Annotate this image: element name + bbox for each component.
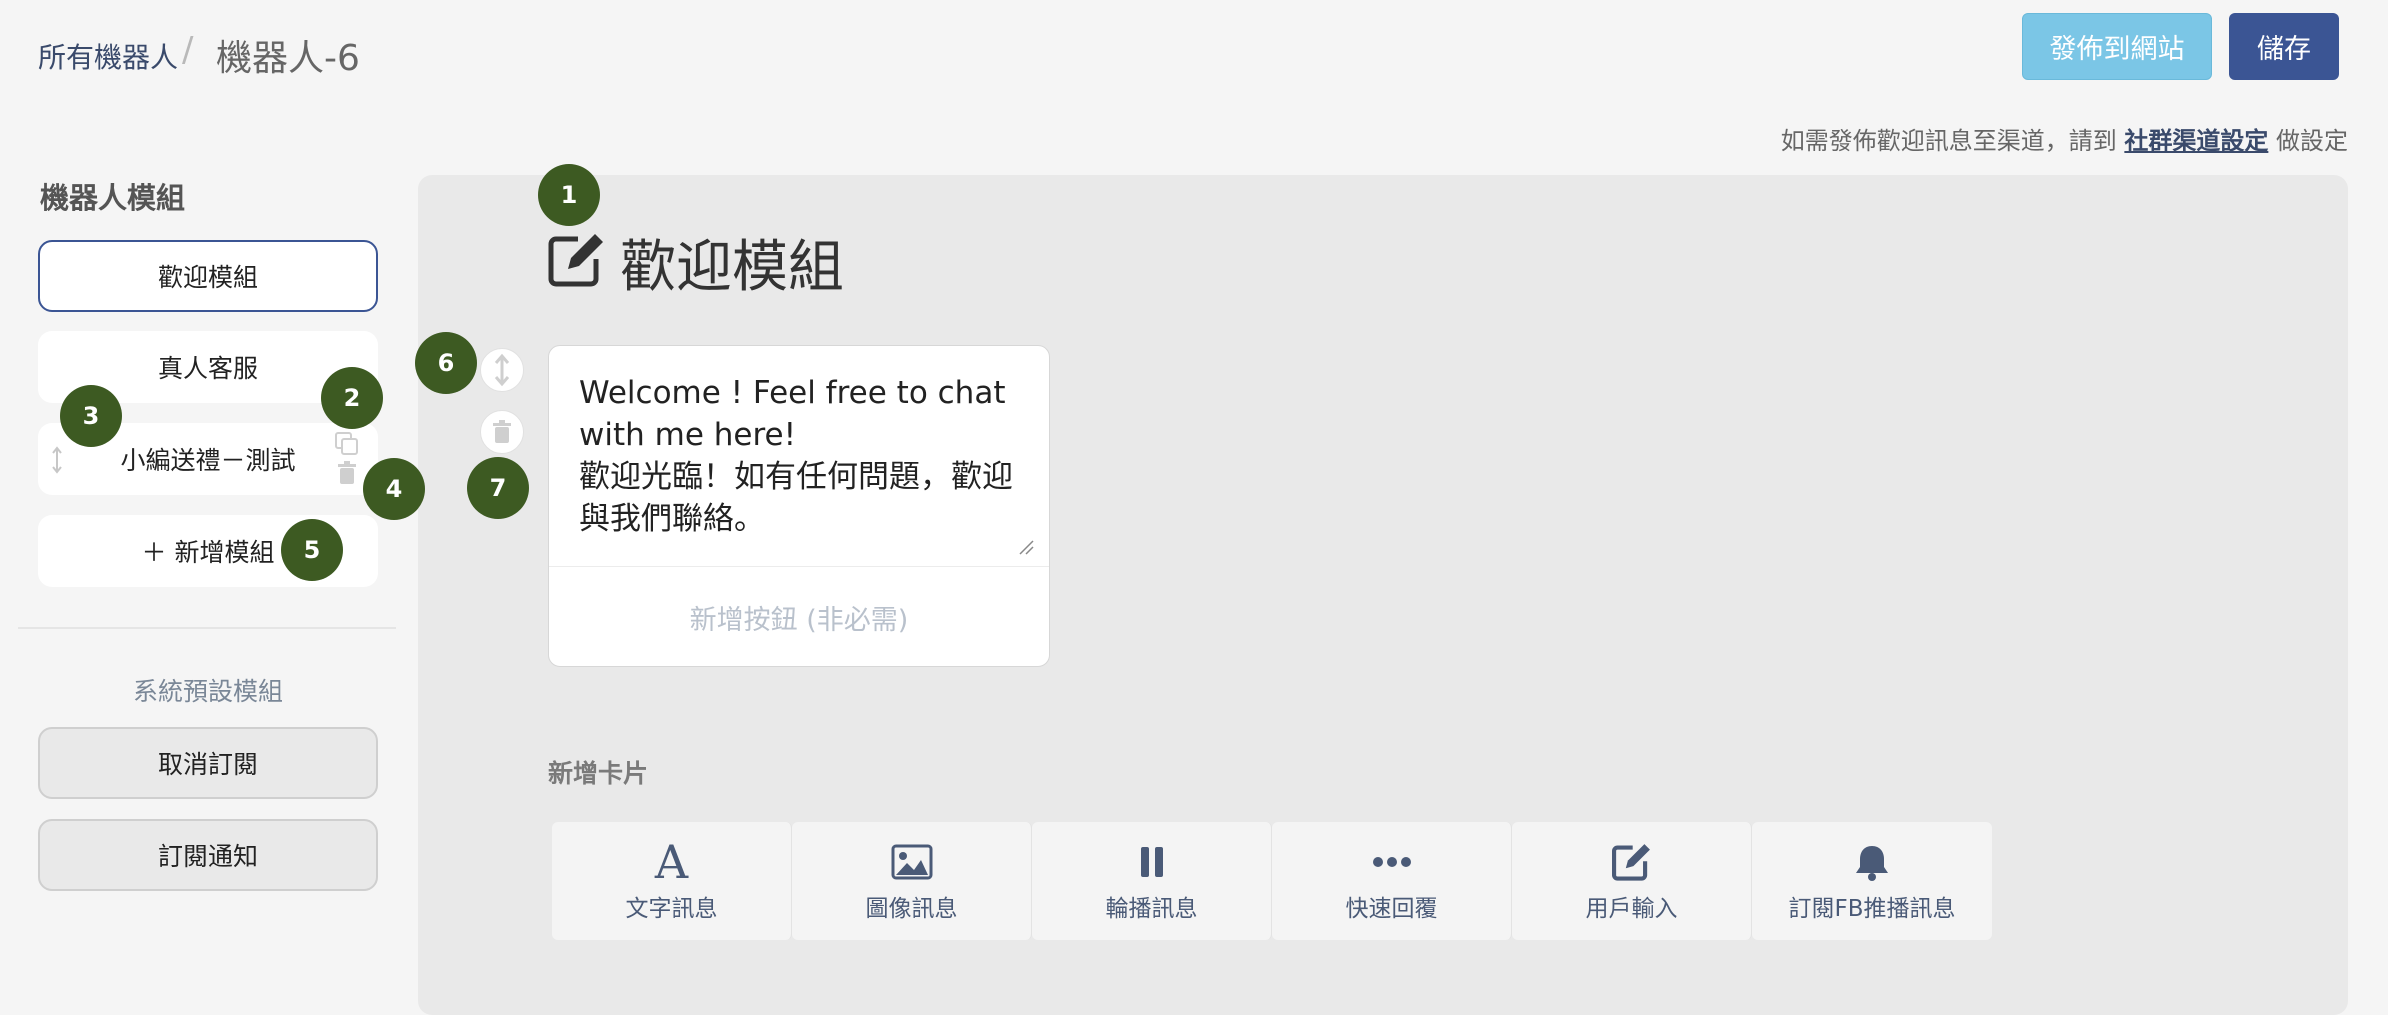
marker-2: 2 xyxy=(321,367,383,429)
channel-notice: 如需發佈歡迎訊息至渠道，請到 社群渠道設定 做設定 xyxy=(1781,121,2348,156)
page-title: 機器人-6 xyxy=(216,38,360,79)
drag-handle-icon[interactable] xyxy=(50,445,64,475)
module-label: 小編送禮－測試 xyxy=(120,446,296,475)
marker-1: 1 xyxy=(538,164,600,226)
social-channel-settings-link[interactable]: 社群渠道設定 xyxy=(2124,127,2268,155)
breadcrumb-all-bots-link[interactable]: 所有機器人 xyxy=(38,36,178,76)
module-title: 歡迎模組 xyxy=(620,235,844,300)
bell-icon xyxy=(1853,839,1891,885)
add-card-toolbar: A 文字訊息 圖像訊息 輪播訊息 快速回覆 用戶輸入 訂閱FB推播訊息 xyxy=(552,822,1992,940)
tool-label: 文字訊息 xyxy=(625,896,718,922)
publish-to-website-button[interactable]: 發佈到網站 xyxy=(2022,13,2212,80)
add-button-link[interactable]: 新增按鈕 (非必需) xyxy=(549,598,1049,637)
module-label: 真人客服 xyxy=(157,354,258,383)
delete-card-button[interactable] xyxy=(480,410,524,454)
sidebar-title: 機器人模組 xyxy=(40,181,186,215)
module-label: 取消訂閱 xyxy=(157,750,258,779)
copy-icon[interactable] xyxy=(334,431,360,457)
ellipsis-icon xyxy=(1372,839,1412,885)
card-text-area[interactable]: Welcome ! Feel free to chat with me here… xyxy=(579,372,1019,540)
trash-icon[interactable] xyxy=(336,461,358,485)
module-unsubscribe[interactable]: 取消訂閱 xyxy=(38,727,378,799)
marker-4: 4 xyxy=(363,458,425,520)
text-a-icon: A xyxy=(654,835,689,889)
sidebar-divider xyxy=(18,627,396,629)
breadcrumb-separator: / xyxy=(182,30,194,70)
vertical-arrows-icon xyxy=(494,353,510,387)
module-label: 歡迎模組 xyxy=(157,263,258,292)
text-message-card: Welcome ! Feel free to chat with me here… xyxy=(548,345,1050,667)
system-modules-title: 系統預設模組 xyxy=(132,677,283,706)
save-button[interactable]: 儲存 xyxy=(2229,13,2339,80)
add-image-message-button[interactable]: 圖像訊息 xyxy=(792,822,1032,940)
edit-icon xyxy=(1611,839,1652,885)
notice-suffix: 做設定 xyxy=(2276,127,2348,155)
resize-handle-icon[interactable] xyxy=(1017,538,1035,556)
add-fb-subscription-button[interactable]: 訂閱FB推播訊息 xyxy=(1752,822,1992,940)
module-subscribe-notice[interactable]: 訂閱通知 xyxy=(38,819,378,891)
card-text-english: Welcome ! Feel free to chat with me here… xyxy=(579,375,1006,453)
marker-6: 6 xyxy=(415,332,477,394)
add-card-title: 新增卡片 xyxy=(548,759,649,788)
marker-7: 7 xyxy=(467,457,529,519)
reorder-card-handle[interactable] xyxy=(480,348,524,392)
marker-5: 5 xyxy=(281,519,343,581)
tool-label: 圖像訊息 xyxy=(865,896,958,922)
notice-prefix: 如需發佈歡迎訊息至渠道，請到 xyxy=(1780,127,2117,155)
add-user-input-button[interactable]: 用戶輸入 xyxy=(1512,822,1752,940)
add-text-message-button[interactable]: A 文字訊息 xyxy=(552,822,792,940)
marker-3: 3 xyxy=(60,385,122,447)
module-label: 訂閱通知 xyxy=(157,842,258,871)
module-welcome[interactable]: 歡迎模組 xyxy=(38,240,378,312)
trash-icon xyxy=(493,420,511,443)
add-quick-reply-button[interactable]: 快速回覆 xyxy=(1272,822,1512,940)
add-carousel-message-button[interactable]: 輪播訊息 xyxy=(1032,822,1272,940)
tool-label: 快速回覆 xyxy=(1345,896,1438,922)
tool-label: 用戶輸入 xyxy=(1585,896,1678,922)
tool-label: 訂閱FB推播訊息 xyxy=(1788,896,1956,922)
edit-icon xyxy=(548,234,603,287)
image-icon xyxy=(891,839,933,885)
card-divider xyxy=(549,566,1049,567)
tool-label: 輪播訊息 xyxy=(1105,896,1198,922)
card-text-chinese: 歡迎光臨！如有任何問題，歡迎與我們聯絡。 xyxy=(579,459,1013,537)
carousel-icon xyxy=(1139,839,1165,885)
